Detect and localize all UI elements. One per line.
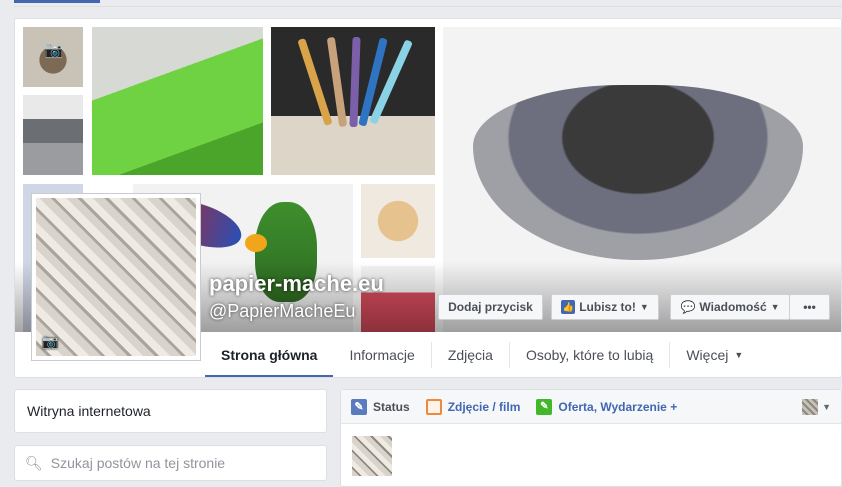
page-title[interactable]: papier-mache.eu [209,271,384,297]
page-handle[interactable]: @PapierMacheEu [209,301,355,322]
photo-icon [425,398,442,415]
tab-label: Informacje [349,347,415,363]
profile-picture: 📷 [36,198,196,356]
chevron-down-icon: ▼ [639,302,649,312]
status-button[interactable]: ✎ Status [351,398,410,415]
message-button-label: Wiadomość [699,300,767,314]
status-label: Status [373,399,410,414]
pencil-icon: ✎ [351,398,367,415]
tab-label: Zdjęcia [447,347,493,363]
tab-label: Osoby, które to lubią [525,347,654,363]
speech-bubble-icon: 💬 [680,300,696,314]
tab-more[interactable]: Więcej ▼ [670,342,759,368]
offer-event-button[interactable]: ✎ Oferta, Wydarzenie + [536,398,678,415]
tab-photos[interactable]: Zdjęcia [432,342,510,368]
more-actions-button[interactable]: ••• [789,294,830,320]
composer-toolbar: ✎ Status Zdjęcie / film ✎ Oferta, Wydarz… [341,390,841,424]
add-button[interactable]: Dodaj przycisk [438,294,543,320]
post-as-selector[interactable]: ▼ [802,398,831,415]
top-tab-indicator [14,0,100,3]
search-icon: 🔍︎ [25,454,43,471]
tab-likes[interactable]: Osoby, które to lubią [510,342,671,368]
chevron-down-icon: ▼ [822,401,831,412]
message-button[interactable]: 💬 Wiadomość ▼ [670,294,790,320]
more-dots-icon: ••• [803,300,816,314]
website-label[interactable]: Witryna internetowa [27,403,151,419]
page-header-card: 📷 papier-mache.eu @PapierMacheEu Dodaj p… [14,18,842,378]
search-input[interactable] [50,455,311,471]
tab-info[interactable]: Informacje [333,342,432,368]
photo-label: Zdjęcie / film [447,399,521,414]
cover-photo-brush-holder [271,27,435,175]
offer-label: Oferta, Wydarzenie + [558,399,678,414]
photo-video-button[interactable]: Zdjęcie / film [425,398,521,415]
avatar [802,398,819,415]
cover-photo-sheep [361,184,435,258]
profile-picture-frame[interactable]: 📷 [31,193,201,361]
cover-photo-grey-bowl [23,95,83,175]
top-divider [14,6,842,7]
website-card[interactable]: Witryna internetowa [14,389,327,433]
tab-home[interactable]: Strona główna [205,332,334,377]
camera-icon[interactable]: 📷 [42,334,64,350]
page-tabs: Strona główna Informacje Zdjęcia Osoby, … [205,332,759,377]
like-button-label: Lubisz to! [579,300,636,314]
like-button[interactable]: 👍 Lubisz to! ▼ [551,294,659,320]
camera-icon[interactable]: 📷 [41,41,67,61]
chevron-down-icon: ▼ [770,302,780,312]
thumbs-up-icon: 👍 [561,300,576,314]
tab-label: Strona główna [221,346,318,363]
add-button-label: Dodaj przycisk [448,300,533,314]
tab-label: Więcej [686,347,729,363]
chevron-down-icon: ▼ [734,350,744,360]
post-composer: ✎ Status Zdjęcie / film ✎ Oferta, Wydarz… [340,389,842,487]
composer-avatar [352,436,392,476]
post-search-box: 🔍︎ [14,445,327,481]
tag-icon: ✎ [536,398,553,415]
cover-photo-green-basket [92,27,263,175]
bowl-shape [473,85,803,260]
